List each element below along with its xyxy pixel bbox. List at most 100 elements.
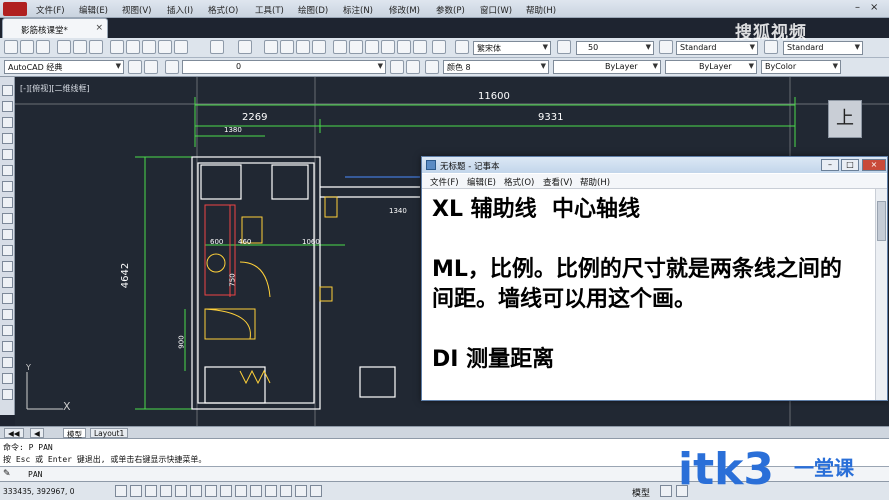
transparency-icon[interactable]	[280, 485, 292, 497]
maximize-button[interactable]: □	[841, 159, 859, 171]
zoom-previous-icon[interactable]	[312, 40, 326, 54]
dimension-style-icon[interactable]	[659, 40, 673, 54]
notepad-text-area[interactable]: XL 辅助线 中心轴线 ML，比例。比例的尺寸就是两条线之间的间距。墙线可以用这…	[432, 195, 852, 375]
pan-icon[interactable]	[264, 40, 278, 54]
menu-tools[interactable]: 工具(T)	[255, 4, 284, 16]
notepad-title-bar[interactable]: 无标题 - 记事本 – □ ×	[422, 157, 887, 173]
lineweight-icon[interactable]	[265, 485, 277, 497]
new-icon[interactable]	[4, 40, 18, 54]
help-icon[interactable]	[432, 40, 446, 54]
tab-nav-prev-icon[interactable]: ◀	[30, 428, 44, 438]
lineweight-dropdown[interactable]: ByLayer ▼	[665, 60, 757, 74]
block-editor-icon[interactable]	[174, 40, 188, 54]
polar-tracking-icon[interactable]	[175, 485, 187, 497]
publish-icon[interactable]	[89, 40, 103, 54]
quick-view-layouts-icon[interactable]	[660, 485, 672, 497]
hatch-icon[interactable]	[2, 309, 13, 320]
ellipse-icon[interactable]	[2, 229, 13, 240]
layer-previous-icon[interactable]	[406, 60, 420, 74]
circle-icon[interactable]	[2, 181, 13, 192]
menu-file[interactable]: 文件(F)	[36, 4, 65, 16]
notepad-menu-view[interactable]: 查看(V)	[543, 176, 572, 188]
plotstyle-dropdown[interactable]: ByColor ▼	[761, 60, 841, 74]
notepad-menu-file[interactable]: 文件(F)	[430, 176, 459, 188]
3d-object-snap-icon[interactable]	[205, 485, 217, 497]
paste-icon[interactable]	[142, 40, 156, 54]
notepad-window[interactable]: 无标题 - 记事本 – □ × 文件(F) 编辑(E) 格式(O) 查看(V) …	[421, 156, 888, 401]
color-dropdown[interactable]: 颜色 8 ▼	[443, 60, 549, 74]
rectangle-icon[interactable]	[2, 149, 13, 160]
object-snap-icon[interactable]	[190, 485, 202, 497]
document-tab[interactable]: 影筋核课堂* ×	[2, 18, 108, 38]
ellipse-arc-icon[interactable]	[2, 245, 13, 256]
redo-icon[interactable]	[238, 40, 252, 54]
infer-constraints-icon[interactable]	[115, 485, 127, 497]
dynamic-input-icon[interactable]	[250, 485, 262, 497]
zoom-window-icon[interactable]	[296, 40, 310, 54]
tab-nav-first-icon[interactable]: ◀◀	[4, 428, 24, 438]
notepad-scrollbar[interactable]	[875, 189, 887, 400]
menu-edit[interactable]: 编辑(E)	[79, 4, 108, 16]
layer-properties-icon[interactable]	[165, 60, 179, 74]
polygon-icon[interactable]	[2, 133, 13, 144]
arc-icon[interactable]	[2, 165, 13, 176]
notepad-menu-format[interactable]: 格式(O)	[504, 176, 534, 188]
dim-style-icon[interactable]	[557, 40, 571, 54]
menu-format[interactable]: 格式(O)	[208, 4, 238, 16]
autocad-logo-icon[interactable]	[3, 2, 27, 16]
wrench-icon[interactable]: ✎	[3, 469, 11, 479]
viewport-controls-label[interactable]: [-][俯视][二维线框]	[20, 83, 90, 94]
quick-properties-icon[interactable]	[295, 485, 307, 497]
selection-cycling-icon[interactable]	[310, 485, 322, 497]
markup-icon[interactable]	[397, 40, 411, 54]
design-center-icon[interactable]	[349, 40, 363, 54]
preview-icon[interactable]	[73, 40, 87, 54]
tab-model[interactable]: 模型	[63, 428, 86, 439]
quickcalc-icon[interactable]	[413, 40, 427, 54]
make-block-icon[interactable]	[2, 277, 13, 288]
allow-ucs-icon[interactable]	[235, 485, 247, 497]
menu-window[interactable]: 窗口(W)	[480, 4, 512, 16]
scrollbar-thumb[interactable]	[877, 201, 886, 241]
text-style-dropdown[interactable]: 繁宋体 ▼	[473, 41, 551, 55]
menu-parametric[interactable]: 参数(P)	[436, 4, 465, 16]
layer-state-icon[interactable]	[425, 60, 439, 74]
tab-layout1[interactable]: Layout1	[90, 428, 129, 438]
menu-help[interactable]: 帮助(H)	[526, 4, 556, 16]
close-tab-icon[interactable]: ×	[95, 23, 103, 33]
close-button[interactable]: ×	[862, 159, 886, 171]
line-icon[interactable]	[2, 85, 13, 96]
spline-icon[interactable]	[2, 213, 13, 224]
table-icon[interactable]	[2, 357, 13, 368]
open-icon[interactable]	[20, 40, 34, 54]
workspace-icon[interactable]	[144, 60, 158, 74]
print-icon[interactable]	[57, 40, 71, 54]
menu-modify[interactable]: 修改(M)	[389, 4, 420, 16]
insert-block-icon[interactable]	[2, 261, 13, 272]
workspace-settings-icon[interactable]	[128, 60, 142, 74]
menu-view[interactable]: 视图(V)	[122, 4, 151, 16]
properties-icon[interactable]	[333, 40, 347, 54]
minimize-button[interactable]: –	[821, 159, 839, 171]
linetype-dropdown[interactable]: ByLayer ▼	[553, 60, 661, 74]
undo-icon[interactable]	[210, 40, 224, 54]
cut-icon[interactable]	[110, 40, 124, 54]
sheet-set-icon[interactable]	[381, 40, 395, 54]
object-snap-tracking-icon[interactable]	[220, 485, 232, 497]
save-icon[interactable]	[36, 40, 50, 54]
polyline-icon[interactable]	[2, 117, 13, 128]
menu-dimension[interactable]: 标注(N)	[343, 4, 373, 16]
copy-icon[interactable]	[126, 40, 140, 54]
close-icon[interactable]: ×	[870, 2, 878, 13]
multiline-text-icon[interactable]	[2, 373, 13, 384]
grid-display-icon[interactable]	[145, 485, 157, 497]
menu-draw[interactable]: 绘图(D)	[298, 4, 328, 16]
viewcube[interactable]: 上	[828, 100, 862, 138]
gradient-icon[interactable]	[2, 325, 13, 336]
ortho-mode-icon[interactable]	[160, 485, 172, 497]
add-selected-icon[interactable]	[2, 389, 13, 400]
match-properties-icon[interactable]	[158, 40, 172, 54]
make-current-icon[interactable]	[390, 60, 404, 74]
text-style-icon[interactable]	[455, 40, 469, 54]
table-style-dropdown[interactable]: Standard ▼	[783, 41, 863, 55]
